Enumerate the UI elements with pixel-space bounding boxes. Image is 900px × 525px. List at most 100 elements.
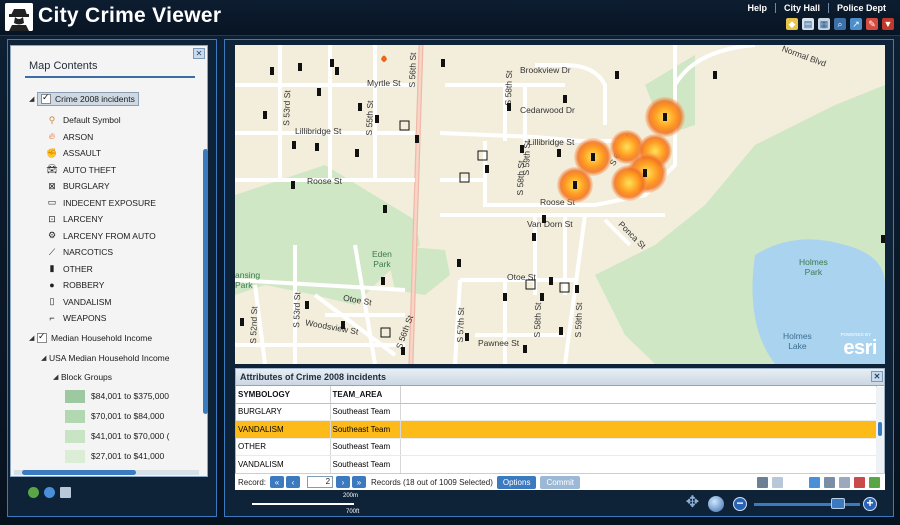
map-contents-title: Map Contents <box>29 60 98 72</box>
table-minimize-icon[interactable] <box>772 476 783 488</box>
legend-item: ⟋ NARCOTICS <box>45 244 113 260</box>
group-row[interactable]: ◢ Block Groups <box>53 369 112 385</box>
layer-crime-checkbox[interactable] <box>41 92 51 104</box>
header-bar: City Crime Viewer Help City Hall Police … <box>0 0 900 36</box>
legend-item: 🔥︎ ARSON <box>45 129 94 145</box>
larceny-from-auto-icon: ⚙ <box>47 230 57 240</box>
cell-empty <box>400 403 877 421</box>
refresh-icon[interactable] <box>28 487 39 498</box>
weapons-gun-icon: ⌐ <box>49 313 55 323</box>
burglary-icon: ⊠ <box>48 180 56 191</box>
column-header-symbology[interactable]: SYMBOLOGY <box>236 386 331 404</box>
legend-label: WEAPONS <box>63 313 107 323</box>
collapse-triangle-icon[interactable]: ◢ <box>29 334 37 342</box>
layer-crime-selected[interactable]: Crime 2008 incidents <box>37 92 139 106</box>
legend-label: OTHER <box>63 263 93 274</box>
toc-horizontal-scrollbar[interactable] <box>14 470 199 475</box>
cell-empty <box>400 438 877 456</box>
zoom-to-selection-icon[interactable] <box>809 476 820 488</box>
legend-label: INDECENT EXPOSURE <box>63 197 156 208</box>
range-item: $27,001 to $41,000 <box>65 448 164 464</box>
legend-label: LARCENY FROM AUTO <box>63 230 156 241</box>
cell-symbology: BURGLARY <box>236 403 331 421</box>
scroll-thumb[interactable] <box>22 470 136 475</box>
police-dept-link[interactable]: Police Dept <box>827 3 894 13</box>
export-icon[interactable] <box>854 476 865 488</box>
legend-label: AUTO THEFT <box>63 164 117 175</box>
range-item: $41,001 to $70,000 ( <box>65 428 169 444</box>
narcotics-syringe-icon: ⟋ <box>48 246 56 257</box>
table-row-selected[interactable]: VANDALISM Southeast Team <box>236 420 877 439</box>
table-row[interactable]: OTHER Southeast Team <box>236 438 877 456</box>
table-of-contents: ◢ Crime 2008 incidents ⚲ Default Symbol … <box>29 88 201 470</box>
search-icon[interactable]: ⌕ <box>834 18 846 30</box>
sublayer-row[interactable]: ◢ USA Median Household Income <box>41 350 170 366</box>
panel-close-icon[interactable]: ✕ <box>193 48 205 59</box>
collapse-triangle-icon[interactable]: ◢ <box>41 354 49 362</box>
map-navigation-controls: ✥ − + <box>683 494 893 514</box>
layer-income-row[interactable]: ◢ Median Household Income <box>29 330 152 346</box>
globe-icon[interactable] <box>44 487 55 498</box>
last-record-button[interactable]: » <box>352 476 367 488</box>
range-swatch <box>65 389 85 403</box>
attribute-table-scrollbar[interactable] <box>876 387 884 473</box>
range-item: $70,001 to $84,000 <box>65 408 164 424</box>
attribute-table: SYMBOLOGY TEAM_AREA BURGLARY Southeast T… <box>236 386 877 474</box>
legend-icon[interactable]: ◆ <box>786 18 798 30</box>
city-hall-link[interactable]: City Hall <box>774 3 828 13</box>
layers-icon[interactable]: ▤ <box>802 18 814 30</box>
cell-team-area: Southeast Team <box>330 403 401 421</box>
zoom-in-button[interactable]: + <box>863 497 877 511</box>
legend-item: ⚙ LARCENY FROM AUTO <box>45 228 156 244</box>
full-extent-globe-icon[interactable] <box>708 496 724 512</box>
document-icon[interactable] <box>60 487 71 498</box>
records-count-text: Records (18 out of 1009 Selected) <box>371 477 493 487</box>
cell-team-area: Southeast Team <box>330 455 401 474</box>
attribute-close-icon[interactable]: ✕ <box>871 371 883 382</box>
record-number-input[interactable]: 2 <box>307 476 334 488</box>
next-record-button[interactable]: › <box>336 476 351 488</box>
legend-label: NARCOTICS <box>63 247 114 257</box>
arson-marker[interactable] <box>381 55 387 63</box>
collapse-triangle-icon[interactable]: ◢ <box>29 95 37 103</box>
cell-symbology: OTHER <box>236 438 331 456</box>
legend-label: ROBBERY <box>63 280 105 290</box>
bookmark-icon[interactable]: ✎ <box>866 18 878 30</box>
table-row[interactable]: VANDALISM Southeast Team <box>236 455 877 474</box>
refresh-table-icon[interactable] <box>869 476 880 488</box>
map-view[interactable]: Myrtle St Brookview Dr Cedarwood Dr Lill… <box>235 45 885 364</box>
table-view-icon[interactable] <box>757 476 768 488</box>
measure-icon[interactable]: ↗ <box>850 18 862 30</box>
print-icon[interactable]: ▼ <box>882 18 894 30</box>
layer-crime-row[interactable]: ◢ Crime 2008 incidents <box>29 91 139 107</box>
previous-record-button[interactable]: ‹ <box>286 476 301 488</box>
table-row[interactable]: BURGLARY Southeast Team <box>236 403 877 421</box>
zoom-slider-thumb[interactable] <box>831 498 845 509</box>
commit-button[interactable]: Commit <box>540 475 581 489</box>
layer-income-checkbox[interactable] <box>37 331 47 343</box>
range-label: $27,001 to $41,000 <box>91 451 165 461</box>
column-header-team-area[interactable]: TEAM_AREA <box>330 386 401 404</box>
legend-item: ⊡ LARCENY <box>45 211 103 227</box>
legend-item: ▮ OTHER <box>45 261 93 277</box>
options-button[interactable]: Options <box>496 475 537 489</box>
legend-item: ⚲ Default Symbol <box>45 112 121 128</box>
detective-logo-icon <box>5 3 33 31</box>
collapse-triangle-icon[interactable]: ◢ <box>53 373 61 381</box>
robbery-bag-icon: ● <box>49 280 55 290</box>
scroll-thumb[interactable] <box>878 422 882 436</box>
clear-selection-icon[interactable] <box>839 476 850 488</box>
toc-vertical-scrollbar[interactable] <box>203 149 208 414</box>
pan-arrows-icon[interactable]: ✥ <box>683 494 702 513</box>
zoom-out-button[interactable]: − <box>733 497 747 511</box>
select-features-icon[interactable] <box>824 476 835 488</box>
assault-icon: ✊ <box>46 147 58 158</box>
help-link[interactable]: Help <box>739 3 775 13</box>
overview-icon[interactable]: ▦ <box>818 18 830 30</box>
scale-metric-label: 200m <box>343 493 359 499</box>
cell-team-area: Southeast Team <box>330 438 401 456</box>
first-record-button[interactable]: « <box>270 476 285 488</box>
legend-label: ARSON <box>63 131 94 142</box>
legend-label: LARCENY <box>63 214 104 224</box>
